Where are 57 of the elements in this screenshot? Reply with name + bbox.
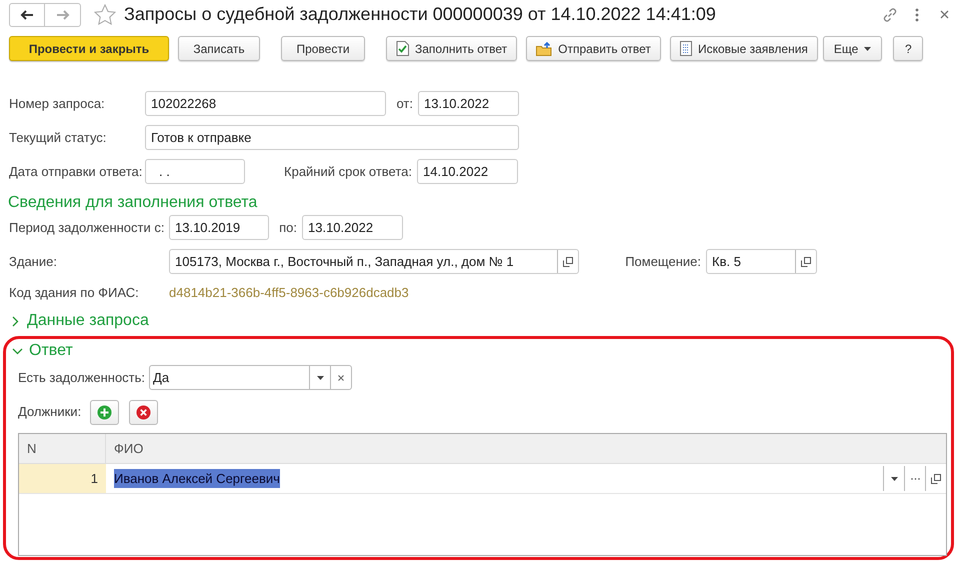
column-header[interactable]: ФИО [106,434,946,463]
toolbar-button[interactable]: Заполнить ответ [386,36,518,61]
plus-circle-icon [97,404,112,420]
field-label: Текущий статус: [9,130,106,144]
field-label: Крайний срок ответа: [284,164,412,178]
toolbar-button[interactable]: Провести [281,36,365,61]
open-form-icon [563,256,573,266]
document-list-icon [680,41,692,56]
input-field[interactable]: 13.10.2022 [418,91,519,116]
delete-button[interactable] [129,400,158,424]
more-button[interactable]: Еще [822,36,882,61]
menu-icon[interactable] [915,8,919,22]
close-icon [338,374,344,380]
arrow-left-icon [20,10,34,20]
field-label: Период задолженности с: [9,220,164,234]
fias-code: d4814b21-366b-4ff5-8963-c6b926dcadb3 [169,284,409,302]
toolbar-button[interactable]: Записать [178,36,260,61]
field-label: Здание: [9,254,57,268]
column-header[interactable]: N [19,434,106,463]
caret-icon [890,476,898,480]
input-field[interactable]: 13.10.2022 [302,215,403,240]
field-label: от: [396,96,413,110]
field-label: Должники: [18,403,82,422]
table-cell[interactable]: Иванов Алексей Сергеевич [114,468,280,488]
table-cell: 1 [19,464,106,493]
caret-icon [864,46,872,50]
post-and-close-button[interactable]: Провести и закрыть [9,36,169,61]
open-form-icon [931,474,941,484]
input-field[interactable]: Кв. 5 [706,249,817,274]
arrow-right-icon [56,10,70,20]
input-field[interactable]: 14.10.2022 [417,159,518,184]
input-field[interactable]: Готов к отправке [145,125,519,150]
delete-circle-icon [136,404,152,420]
input-field[interactable]: 13.10.2019 [169,215,269,240]
close-icon[interactable] [940,10,949,19]
field-label: Номер запроса: [9,96,105,110]
link-icon[interactable] [882,6,898,22]
dropdown-field[interactable]: Да [149,365,352,390]
window-title: Запросы о судебной задолженности 000000039 от 14.10.2022 14:41:09 [124,3,716,26]
help-button[interactable]: ? [893,36,924,61]
input-field[interactable]: . . [145,159,245,184]
star-icon[interactable] [94,4,116,25]
field-label: Помещение: [625,254,701,268]
add-button[interactable] [90,400,120,424]
field-label: по: [279,220,297,234]
input-field[interactable]: 102022268 [145,91,386,116]
toolbar-button[interactable]: Отправить ответ [526,36,661,61]
field-label: Код здания по ФИАС: [9,284,139,300]
open-form-icon [801,256,811,266]
field-label: Дата отправки ответа: [9,164,142,178]
document-check-icon [396,41,409,56]
folder-arrow-icon [536,42,552,56]
toolbar-button[interactable]: Исковые заявления [670,36,818,61]
input-field[interactable]: 105173, Москва г., Восточный п., Западная ул., дом № 1 [169,249,579,274]
caret-icon [316,376,324,380]
field-label: Есть задолженность: [18,368,146,387]
section-title: Сведения для заполнения ответа [8,193,258,213]
